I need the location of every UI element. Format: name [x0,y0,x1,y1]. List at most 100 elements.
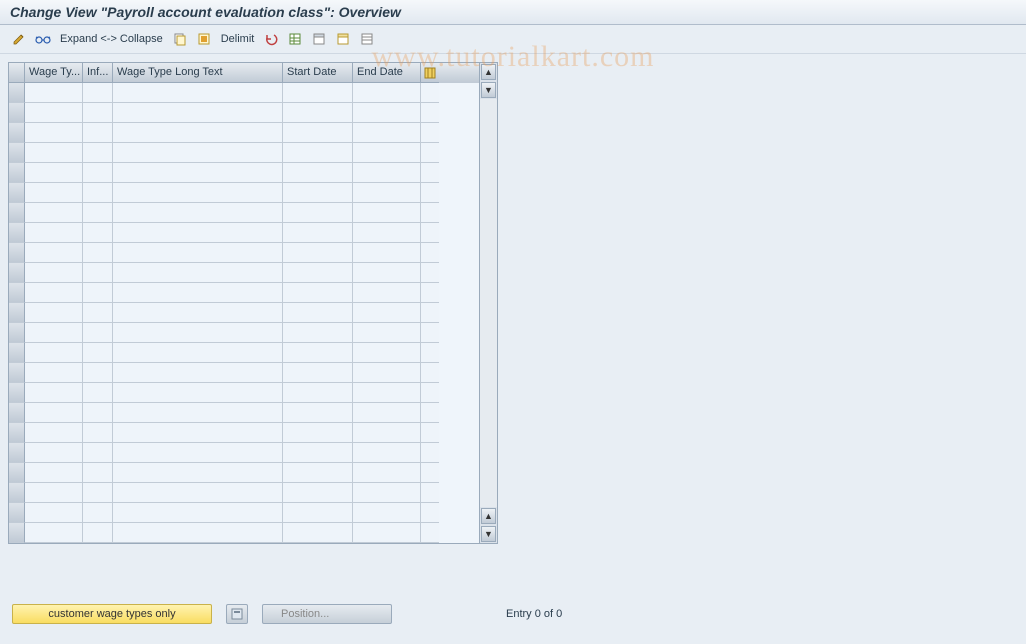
cell[interactable] [83,243,113,263]
change-icon[interactable] [10,30,28,48]
cell[interactable] [83,303,113,323]
table-row[interactable] [25,143,479,163]
cell[interactable] [353,443,421,463]
cell[interactable] [83,103,113,123]
cell[interactable] [83,183,113,203]
row-selector-header[interactable] [9,63,25,83]
cell[interactable] [25,323,83,343]
table-row[interactable] [25,483,479,503]
row-selector[interactable] [9,143,25,163]
table-row[interactable] [25,263,479,283]
cell[interactable] [113,223,283,243]
cell[interactable] [83,83,113,103]
cell[interactable] [353,383,421,403]
row-selector[interactable] [9,103,25,123]
cell[interactable] [283,283,353,303]
cell[interactable] [113,123,283,143]
table-row[interactable] [25,163,479,183]
cell[interactable] [283,163,353,183]
table-row[interactable] [25,283,479,303]
cell[interactable] [283,523,353,543]
row-selector[interactable] [9,123,25,143]
table-row[interactable] [25,103,479,123]
cell[interactable] [25,383,83,403]
cell[interactable] [25,283,83,303]
cell[interactable] [283,443,353,463]
cell[interactable] [283,323,353,343]
delimit-label[interactable]: Delimit [219,33,257,45]
cell[interactable] [353,143,421,163]
table-row[interactable] [25,403,479,423]
cell[interactable] [283,223,353,243]
cell[interactable] [283,143,353,163]
cell[interactable] [283,263,353,283]
cell[interactable] [113,303,283,323]
cell[interactable] [283,483,353,503]
position-button[interactable]: Position... [262,604,392,624]
cell[interactable] [113,143,283,163]
cell[interactable] [25,483,83,503]
cell[interactable] [83,323,113,343]
cell[interactable] [283,503,353,523]
col-header-wage-long[interactable]: Wage Type Long Text [113,63,283,83]
table-row[interactable] [25,203,479,223]
row-selector[interactable] [9,523,25,543]
cell[interactable] [353,163,421,183]
customer-wage-types-button[interactable]: customer wage types only [12,604,212,624]
cell[interactable] [283,103,353,123]
cell[interactable] [113,163,283,183]
col-header-end-date[interactable]: End Date [353,63,421,83]
table-row[interactable] [25,323,479,343]
undo-icon[interactable] [262,30,280,48]
row-selector[interactable] [9,263,25,283]
cell[interactable] [83,123,113,143]
table-icon-1[interactable] [286,30,304,48]
cell[interactable] [83,223,113,243]
configure-columns-icon[interactable] [421,63,439,83]
cell[interactable] [83,423,113,443]
cell[interactable] [353,83,421,103]
table-row[interactable] [25,303,479,323]
cell[interactable] [283,83,353,103]
cell[interactable] [353,103,421,123]
cell[interactable] [113,203,283,223]
cell[interactable] [25,203,83,223]
cell[interactable] [353,503,421,523]
row-selector[interactable] [9,463,25,483]
row-selector[interactable] [9,163,25,183]
cell[interactable] [25,523,83,543]
cell[interactable] [353,123,421,143]
cell[interactable] [353,483,421,503]
cell[interactable] [83,383,113,403]
cell[interactable] [25,243,83,263]
cell[interactable] [25,503,83,523]
cell[interactable] [353,323,421,343]
scroll-up-icon[interactable]: ▲ [481,64,496,80]
scroll-thumb-top[interactable]: ▼ [481,82,496,98]
cell[interactable] [283,363,353,383]
scroll-down-icon[interactable]: ▼ [481,526,496,542]
cell[interactable] [25,403,83,423]
col-header-inf[interactable]: Inf... [83,63,113,83]
row-selector[interactable] [9,183,25,203]
cell[interactable] [25,463,83,483]
cell[interactable] [83,363,113,383]
cell[interactable] [113,463,283,483]
cell[interactable] [113,263,283,283]
cell[interactable] [83,263,113,283]
col-header-wage-type[interactable]: Wage Ty... [25,63,83,83]
cell[interactable] [113,283,283,303]
cell[interactable] [353,303,421,323]
cell[interactable] [353,343,421,363]
cell[interactable] [113,103,283,123]
cell[interactable] [113,183,283,203]
cell[interactable] [353,243,421,263]
cell[interactable] [353,183,421,203]
row-selector[interactable] [9,223,25,243]
table-row[interactable] [25,183,479,203]
cell[interactable] [83,143,113,163]
row-selector[interactable] [9,503,25,523]
cell[interactable] [25,103,83,123]
cell[interactable] [353,423,421,443]
cell[interactable] [113,243,283,263]
